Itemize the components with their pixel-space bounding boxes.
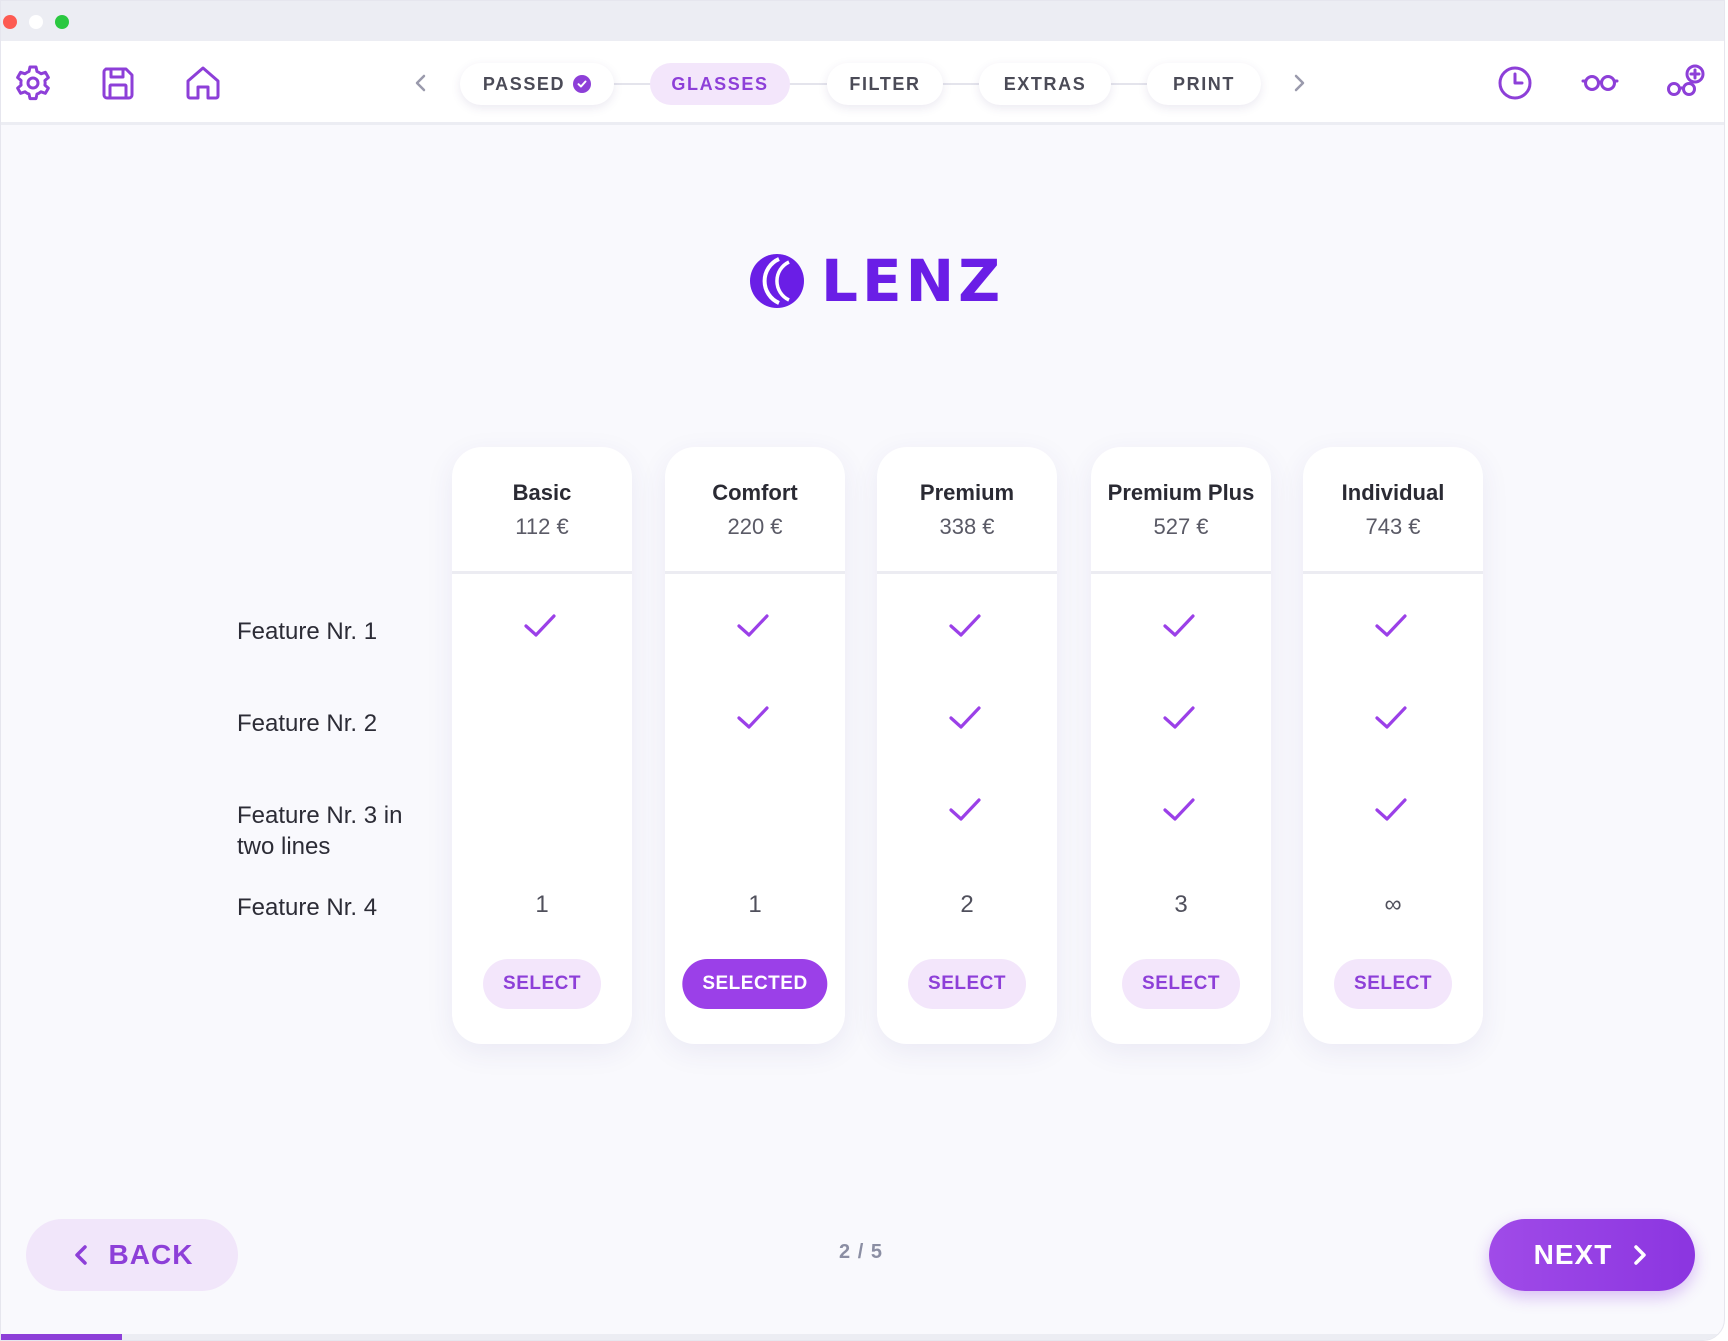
plan-card: Basic 112 € 1 SELECT xyxy=(452,447,632,1044)
plan-name: Comfort xyxy=(712,480,798,505)
history-button[interactable] xyxy=(1495,63,1535,103)
title-bar xyxy=(1,1,1724,41)
select-plan-button[interactable]: SELECT xyxy=(483,959,601,1009)
checkmark-icon xyxy=(735,703,771,733)
next-label: NEXT xyxy=(1533,1239,1613,1270)
checkmark-icon xyxy=(735,611,771,641)
feature-4-value: 1 xyxy=(535,891,549,918)
home-icon xyxy=(186,66,220,100)
plan-name: Premium xyxy=(919,480,1015,505)
step-label: FILTER xyxy=(849,73,921,94)
checkmark-icon xyxy=(1373,795,1409,825)
back-label: BACK xyxy=(108,1239,194,1270)
plan-card: Premium 338 € 2 SELECT xyxy=(877,447,1057,1044)
checkmark-icon xyxy=(1373,703,1409,733)
plan-price: 220 € xyxy=(727,514,783,539)
step-filter[interactable]: FILTER xyxy=(827,63,943,105)
lenz-logo-icon xyxy=(750,254,804,308)
checkmark-icon xyxy=(1373,611,1409,641)
add-glasses-button[interactable] xyxy=(1665,63,1705,103)
feature-4-value: ∞ xyxy=(1384,891,1402,918)
feature-4-value: 2 xyxy=(960,891,974,918)
step-connector xyxy=(789,83,827,85)
progress-fill xyxy=(1,1334,122,1340)
step-print[interactable]: PRINT xyxy=(1147,63,1261,105)
step-connector xyxy=(1109,83,1147,85)
steps-prev-button[interactable] xyxy=(405,67,437,99)
plan-card: Individual 743 € ∞ SELECT xyxy=(1303,447,1483,1044)
glasses-button[interactable] xyxy=(1580,63,1620,103)
gear-icon xyxy=(16,65,50,101)
check-circle-icon xyxy=(573,75,592,93)
checkmark-icon xyxy=(1161,703,1197,733)
history-clock-icon xyxy=(1498,66,1532,100)
plan-card: Comfort 220 € 1 SELECTED xyxy=(665,447,845,1044)
plan-card-header: Basic 112 € xyxy=(452,447,632,574)
glasses-icon xyxy=(1581,75,1619,91)
checkmark-icon xyxy=(947,703,983,733)
close-window-button[interactable] xyxy=(3,15,17,29)
checkmark-icon xyxy=(947,795,983,825)
step-connector xyxy=(613,83,651,85)
brand-logo: LENZ xyxy=(749,251,1004,311)
feature-4-value: 1 xyxy=(748,891,762,918)
page-indicator: 2 / 5 xyxy=(839,1241,883,1263)
plan-price: 527 € xyxy=(1153,514,1209,539)
checkmark-icon xyxy=(1161,795,1197,825)
add-glasses-icon xyxy=(1667,64,1705,96)
select-plan-button[interactable]: SELECT xyxy=(1334,959,1452,1009)
selected-plan-button[interactable]: SELECTED xyxy=(682,959,828,1009)
select-plan-button[interactable]: SELECT xyxy=(908,959,1026,1009)
plan-price: 743 € xyxy=(1365,514,1421,539)
plan-name: Premium Plus xyxy=(1107,480,1255,505)
plan-card-header: Comfort 220 € xyxy=(665,447,845,574)
minimize-window-button[interactable] xyxy=(29,15,43,29)
settings-button[interactable] xyxy=(13,63,53,103)
chevron-left-icon xyxy=(415,74,426,92)
select-plan-button[interactable]: SELECT xyxy=(1122,959,1240,1009)
plan-card-header: Premium Plus 527 € xyxy=(1091,447,1271,574)
toolbar: PASSED GLASSES FILTER EXTRAS PRINT xyxy=(1,41,1724,125)
plan-name: Individual xyxy=(1341,480,1445,505)
feature-label: Feature Nr. 1 xyxy=(237,618,378,645)
checkmark-icon xyxy=(1161,611,1197,641)
step-label: PRINT xyxy=(1173,73,1235,94)
step-label: GLASSES xyxy=(671,73,769,94)
maximize-window-button[interactable] xyxy=(55,15,69,29)
plan-price: 338 € xyxy=(939,514,995,539)
checkmark-icon xyxy=(947,611,983,641)
next-button[interactable]: NEXT xyxy=(1489,1219,1695,1291)
step-passed[interactable]: PASSED xyxy=(460,63,614,105)
checkmark-icon xyxy=(522,611,558,641)
step-label: EXTRAS xyxy=(1003,73,1087,94)
home-button[interactable] xyxy=(183,63,223,103)
plan-name: Basic xyxy=(512,480,572,505)
save-icon xyxy=(102,67,134,100)
step-glasses[interactable]: GLASSES xyxy=(650,63,790,105)
save-button[interactable] xyxy=(98,63,138,103)
feature-4-value: 3 xyxy=(1174,891,1188,918)
feature-label: Feature Nr. 3 in two lines xyxy=(237,802,403,860)
step-label: PASSED xyxy=(482,73,566,94)
steps-next-button[interactable] xyxy=(1283,67,1315,99)
feature-label: Feature Nr. 2 xyxy=(237,710,378,737)
chevron-right-icon xyxy=(1294,74,1305,92)
chevron-right-icon xyxy=(1634,1245,1647,1265)
feature-label: Feature Nr. 4 xyxy=(237,894,378,921)
plan-card-header: Premium 338 € xyxy=(877,447,1057,574)
step-extras[interactable]: EXTRAS xyxy=(979,63,1111,105)
app-window: PASSED GLASSES FILTER EXTRAS PRINT LENZ … xyxy=(0,0,1725,1341)
step-connector xyxy=(941,83,979,85)
chevron-left-icon xyxy=(74,1245,87,1265)
back-button[interactable]: BACK xyxy=(26,1219,238,1291)
progress-bar xyxy=(1,1334,1724,1340)
plan-price: 112 € xyxy=(515,514,569,539)
plan-card: Premium Plus 527 € 3 SELECT xyxy=(1091,447,1271,1044)
logo-text: LENZ xyxy=(821,247,1005,315)
plan-card-header: Individual 743 € xyxy=(1303,447,1483,574)
